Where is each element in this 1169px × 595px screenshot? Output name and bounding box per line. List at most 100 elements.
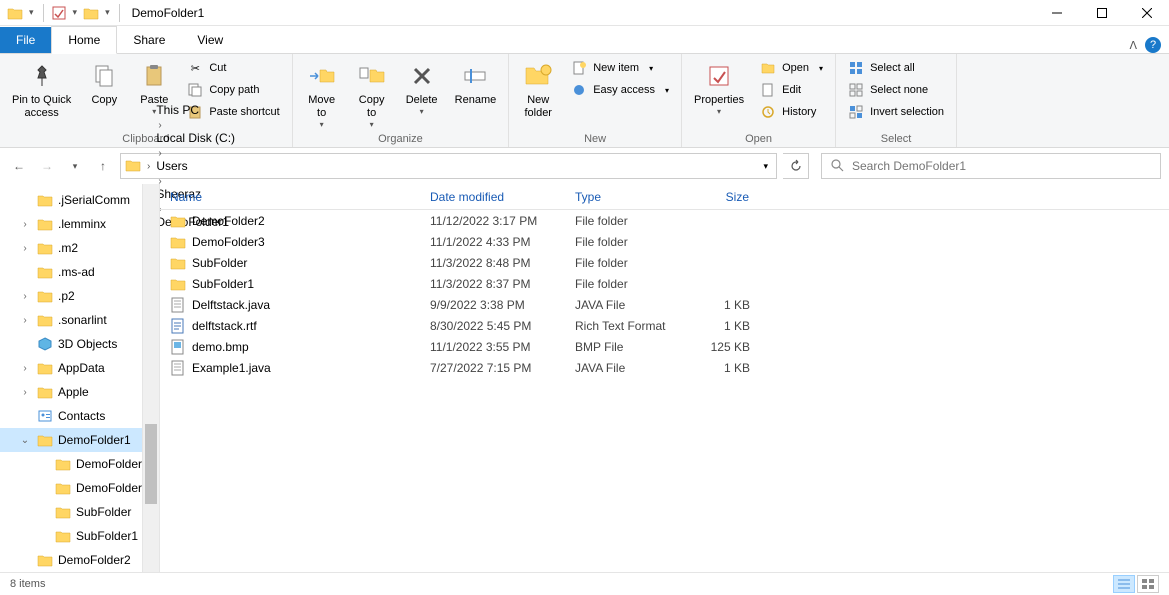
address-dropdown[interactable]: ▾ <box>759 161 772 172</box>
tab-view[interactable]: View <box>181 27 239 53</box>
folder-icon <box>36 239 54 257</box>
cut-icon: ✂ <box>187 60 203 76</box>
details-view-button[interactable] <box>1113 575 1135 593</box>
tree-item-label: DemoFolder3 <box>76 481 149 495</box>
list-item[interactable]: delftstack.rtf8/30/2022 5:45 PMRich Text… <box>160 315 1169 336</box>
chevron-right-icon[interactable]: › <box>154 148 165 159</box>
search-input[interactable] <box>852 159 1152 173</box>
qat-folder-icon[interactable] <box>82 4 100 22</box>
qat-properties-icon[interactable] <box>50 4 68 22</box>
tree-item[interactable]: › .m2 <box>0 236 159 260</box>
folder-icon <box>36 383 54 401</box>
maximize-button[interactable] <box>1079 0 1124 26</box>
easy-access-button[interactable]: Easy access▾ <box>567 80 673 100</box>
rename-button[interactable]: Rename <box>451 58 501 109</box>
back-button[interactable]: ← <box>8 155 30 177</box>
file-type: Rich Text Format <box>565 319 685 333</box>
close-button[interactable] <box>1124 0 1169 26</box>
tree-expand-icon[interactable]: › <box>18 291 32 302</box>
tree-item[interactable]: ›AppData <box>0 356 159 380</box>
new-item-button[interactable]: New item▾ <box>567 58 673 78</box>
scrollbar-thumb[interactable] <box>145 424 157 504</box>
tree-item[interactable]: DemoFolder2 <box>0 452 159 476</box>
app-folder-icon <box>6 4 24 22</box>
list-item[interactable]: Delftstack.java9/9/2022 3:38 PMJAVA File… <box>160 294 1169 315</box>
qat-dropdown-1[interactable]: ▾ <box>26 7 37 18</box>
folder-icon <box>36 215 54 233</box>
tab-share[interactable]: Share <box>117 27 181 53</box>
search-box[interactable] <box>821 153 1161 179</box>
tree-item[interactable]: SubFolder <box>0 500 159 524</box>
open-button[interactable]: Open▾ <box>756 58 827 78</box>
tree-expand-icon[interactable]: › <box>18 387 32 398</box>
file-name: delftstack.rtf <box>192 319 257 333</box>
file-date: 7/27/2022 7:15 PM <box>420 361 565 375</box>
file-type: JAVA File <box>565 361 685 375</box>
icons-view-button[interactable] <box>1137 575 1159 593</box>
recent-dropdown[interactable]: ▾ <box>64 155 86 177</box>
qat-customize[interactable]: ▾ <box>102 7 113 18</box>
tree-expand-icon[interactable]: › <box>18 363 32 374</box>
breadcrumb-item[interactable]: Users <box>154 159 237 173</box>
list-item[interactable]: SubFolder11/3/2022 8:48 PMFile folder <box>160 252 1169 273</box>
invert-selection-button[interactable]: Invert selection <box>844 102 948 122</box>
delete-button[interactable]: Delete ▾ <box>401 58 443 118</box>
select-all-button[interactable]: Select all <box>844 58 948 78</box>
copy-path-button[interactable]: Copy path <box>183 80 283 100</box>
cut-button[interactable]: ✂Cut <box>183 58 283 78</box>
list-item[interactable]: Example1.java7/27/2022 7:15 PMJAVA File1… <box>160 357 1169 378</box>
properties-button[interactable]: Properties ▾ <box>690 58 748 118</box>
refresh-button[interactable] <box>783 153 809 179</box>
select-none-button[interactable]: Select none <box>844 80 948 100</box>
copy-button[interactable]: Copy <box>83 58 125 109</box>
column-type[interactable]: Type <box>565 184 685 209</box>
breadcrumb-item[interactable]: This PC <box>154 103 237 117</box>
chevron-right-icon[interactable]: › <box>143 161 154 172</box>
history-button[interactable]: History <box>756 102 827 122</box>
titlebar: ▾ ▾ ▾ DemoFolder1 <box>0 0 1169 26</box>
tree-expand-icon[interactable]: › <box>18 243 32 254</box>
tree-item[interactable]: ›.p2 <box>0 284 159 308</box>
tree-item[interactable]: SubFolder1 <box>0 524 159 548</box>
tab-file[interactable]: File <box>0 27 51 53</box>
list-item[interactable]: DemoFolder311/1/2022 4:33 PMFile folder <box>160 231 1169 252</box>
minimize-button[interactable] <box>1034 0 1079 26</box>
tree-expand-icon[interactable]: ⌄ <box>18 435 32 446</box>
help-icon[interactable]: ? <box>1145 37 1161 53</box>
copy-to-button[interactable]: Copy to ▾ <box>351 58 393 131</box>
forward-button[interactable]: → <box>36 155 58 177</box>
tree-expand-icon[interactable]: › <box>18 219 32 230</box>
tab-home[interactable]: Home <box>51 26 117 54</box>
column-size[interactable]: Size <box>685 184 760 209</box>
tree-item[interactable]: .ms-ad <box>0 260 159 284</box>
ribbon-collapse-icon[interactable]: ᐱ <box>1129 39 1137 52</box>
new-folder-button[interactable]: New folder <box>517 58 559 122</box>
tree-item[interactable]: ›Apple <box>0 380 159 404</box>
column-date[interactable]: Date modified <box>420 184 565 209</box>
tree-item[interactable]: 3D Objects <box>0 332 159 356</box>
tree-item[interactable]: ›.sonarlint <box>0 308 159 332</box>
up-button[interactable]: ↑ <box>92 155 114 177</box>
chevron-right-icon[interactable]: › <box>154 120 165 131</box>
pin-to-quick-access-button[interactable]: Pin to Quick access <box>8 58 75 122</box>
nav-scrollbar[interactable] <box>142 184 159 572</box>
tree-item[interactable]: ›.lemminx <box>0 212 159 236</box>
select-all-icon <box>848 60 864 76</box>
breadcrumb-item[interactable]: Local Disk (C:) <box>154 131 237 145</box>
list-item[interactable]: demo.bmp11/1/2022 3:55 PMBMP File125 KB <box>160 336 1169 357</box>
address-box[interactable]: › This PC›Local Disk (C:)›Users›Sheeraz›… <box>120 153 777 179</box>
tree-item[interactable]: DemoFolder2 <box>0 548 159 572</box>
edit-button[interactable]: Edit <box>756 80 827 100</box>
tree-item[interactable]: .jSerialComm <box>0 188 159 212</box>
list-item[interactable]: DemoFolder211/12/2022 3:17 PMFile folder <box>160 210 1169 231</box>
tree-item-label: .m2 <box>58 241 78 255</box>
tree-item[interactable]: ⌄DemoFolder1 <box>0 428 159 452</box>
list-item[interactable]: SubFolder111/3/2022 8:37 PMFile folder <box>160 273 1169 294</box>
column-name[interactable]: Name <box>160 184 420 209</box>
move-to-button[interactable]: Move to ▾ <box>301 58 343 131</box>
tree-item[interactable]: Contacts <box>0 404 159 428</box>
tree-item-label: Contacts <box>58 409 105 423</box>
tree-item[interactable]: DemoFolder3 <box>0 476 159 500</box>
qat-dropdown-2[interactable]: ▾ <box>70 7 81 18</box>
tree-expand-icon[interactable]: › <box>18 315 32 326</box>
